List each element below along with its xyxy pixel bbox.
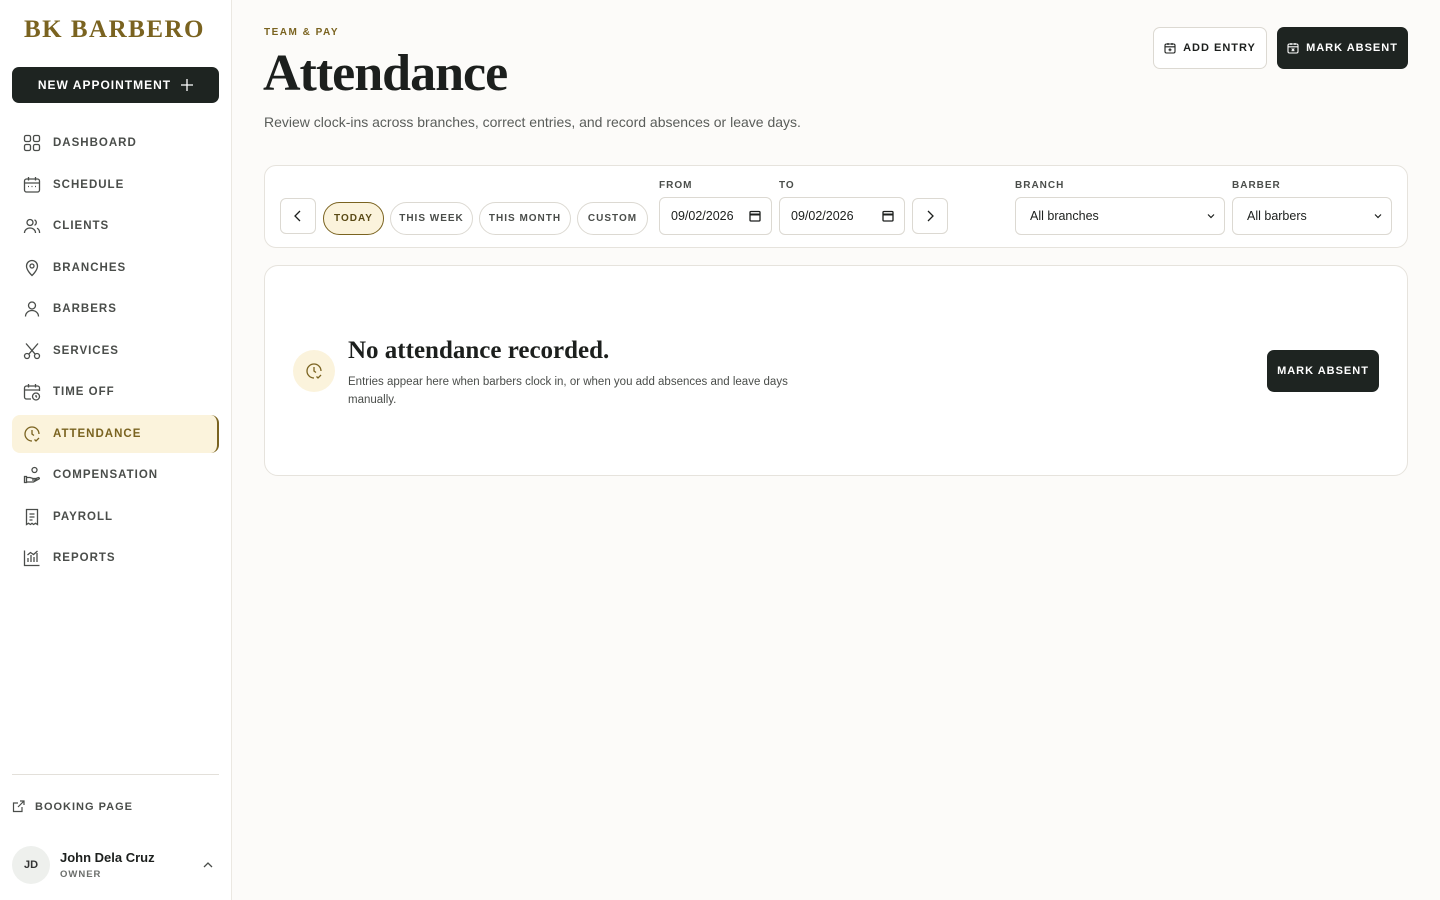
sidebar-item-label: PAYROLL: [53, 510, 114, 523]
branch-select-value: All branches: [1030, 209, 1099, 223]
scissors-icon: [23, 342, 41, 359]
sidebar-item-attendance[interactable]: ATTENDANCE: [12, 414, 219, 453]
page-subtitle: Review clock-ins across branches, correc…: [264, 114, 801, 130]
sidebar-item-label: TIME OFF: [53, 386, 115, 398]
sidebar-item-label: CLIENTS: [53, 220, 110, 232]
sidebar-item-payroll[interactable]: PAYROLL: [12, 498, 219, 536]
sidebar-item-label: BARBERS: [53, 303, 117, 315]
calendar-icon: [23, 176, 41, 193]
calendar-x-icon: [1287, 43, 1299, 54]
to-label: TO: [779, 180, 795, 191]
booking-page-label: BOOKING PAGE: [35, 800, 133, 813]
to-date-value: 09/02/2026: [791, 209, 854, 223]
booking-page-link[interactable]: BOOKING PAGE: [12, 800, 133, 813]
page-title: Attendance: [263, 45, 508, 102]
sidebar-item-barbers[interactable]: BARBERS: [12, 290, 219, 328]
empty-state-title: No attendance recorded.: [348, 337, 610, 364]
chevron-down-icon: [1374, 214, 1382, 219]
add-entry-button[interactable]: ADD ENTRY: [1153, 27, 1267, 69]
chevron-right-icon: [927, 210, 934, 222]
sidebar-item-services[interactable]: SERVICES: [12, 332, 219, 370]
empty-state-card: No attendance recorded. Entries appear h…: [264, 265, 1408, 476]
user-role: OWNER: [60, 869, 102, 880]
mark-absent-label: MARK ABSENT: [1306, 42, 1398, 54]
empty-mark-absent-button[interactable]: MARK ABSENT: [1267, 350, 1379, 392]
brand-logo[interactable]: BK BARBERO: [24, 16, 205, 44]
sidebar-item-label: ATTENDANCE: [53, 427, 142, 440]
sidebar-item-time-off[interactable]: TIME OFF: [12, 373, 219, 411]
sidebar-divider: [12, 774, 219, 775]
chevron-left-icon: [294, 210, 301, 222]
branch-label: BRANCH: [1015, 180, 1065, 191]
hand-coins-icon: [23, 466, 40, 484]
empty-state-icon-wrap: [293, 350, 335, 392]
chevron-down-icon: [1207, 214, 1215, 219]
from-label: FROM: [659, 180, 693, 191]
sidebar-item-clients[interactable]: CLIENTS: [12, 207, 219, 245]
avatar: JD: [12, 846, 50, 884]
mark-absent-button[interactable]: MARK ABSENT: [1277, 27, 1408, 69]
clock-check-icon: [306, 363, 322, 379]
sidebar-item-label: BRANCHES: [53, 261, 127, 274]
to-date-input[interactable]: 09/02/2026: [779, 197, 905, 235]
barber-select[interactable]: All barbers: [1232, 197, 1392, 235]
from-date-value: 09/02/2026: [671, 209, 734, 223]
previous-period-button[interactable]: [280, 198, 316, 234]
new-appointment-button[interactable]: NEW APPOINTMENT: [12, 67, 219, 103]
barber-select-value: All barbers: [1247, 209, 1307, 223]
page-eyebrow: TEAM & PAY: [264, 27, 340, 38]
user-icon: [24, 301, 40, 317]
branch-select[interactable]: All branches: [1015, 197, 1225, 235]
calendar-plus-icon: [1164, 43, 1176, 54]
sidebar-item-dashboard[interactable]: DASHBOARD: [12, 124, 219, 162]
user-menu[interactable]: JD John Dela Cruz OWNER: [12, 846, 219, 884]
calendar-icon[interactable]: [882, 210, 894, 222]
range-today-pill[interactable]: TODAY: [323, 202, 384, 235]
clock-check-icon: [24, 425, 40, 442]
sidebar-item-label: DASHBOARD: [53, 137, 137, 149]
range-this-month-pill[interactable]: THIS MONTH: [479, 202, 571, 235]
sidebar-item-compensation[interactable]: COMPENSATION: [12, 456, 219, 494]
external-link-icon: [12, 800, 25, 813]
sidebar-item-label: COMPENSATION: [53, 469, 159, 481]
user-name: John Dela Cruz: [60, 850, 155, 865]
sidebar-nav: DASHBOARD SCHEDULE CLIENTS BRANCHES BARB…: [12, 124, 219, 581]
add-entry-label: ADD ENTRY: [1183, 42, 1256, 54]
from-date-input[interactable]: 09/02/2026: [659, 197, 772, 235]
sidebar: BK BARBERO NEW APPOINTMENT DASHBOARD SCH…: [0, 0, 232, 900]
next-period-button[interactable]: [912, 198, 948, 234]
map-pin-icon: [25, 259, 39, 276]
new-appointment-label: NEW APPOINTMENT: [37, 78, 172, 92]
sidebar-item-schedule[interactable]: SCHEDULE: [12, 166, 219, 204]
plus-icon: [181, 79, 194, 91]
sidebar-item-branches[interactable]: BRANCHES: [12, 249, 219, 287]
sidebar-item-reports[interactable]: REPORTS: [12, 539, 219, 577]
user-info: John Dela Cruz OWNER: [60, 850, 201, 880]
range-custom-pill[interactable]: CUSTOM: [577, 202, 648, 235]
sidebar-item-label: REPORTS: [53, 552, 116, 564]
calendar-clock-icon: [23, 384, 41, 401]
chevron-up-icon[interactable]: [201, 858, 215, 872]
empty-state-description: Entries appear here when barbers clock i…: [348, 376, 788, 406]
calendar-icon[interactable]: [749, 210, 761, 222]
receipt-icon: [25, 508, 39, 526]
filter-bar: TODAY THIS WEEK THIS MONTH CUSTOM FROM 0…: [264, 165, 1408, 248]
range-this-week-pill[interactable]: THIS WEEK: [390, 202, 473, 235]
barber-label: BARBER: [1232, 180, 1281, 191]
sidebar-item-label: SERVICES: [53, 344, 119, 357]
users-icon: [23, 218, 41, 234]
sidebar-item-label: SCHEDULE: [53, 178, 125, 191]
grid-icon: [23, 134, 41, 152]
chart-icon: [23, 550, 40, 567]
